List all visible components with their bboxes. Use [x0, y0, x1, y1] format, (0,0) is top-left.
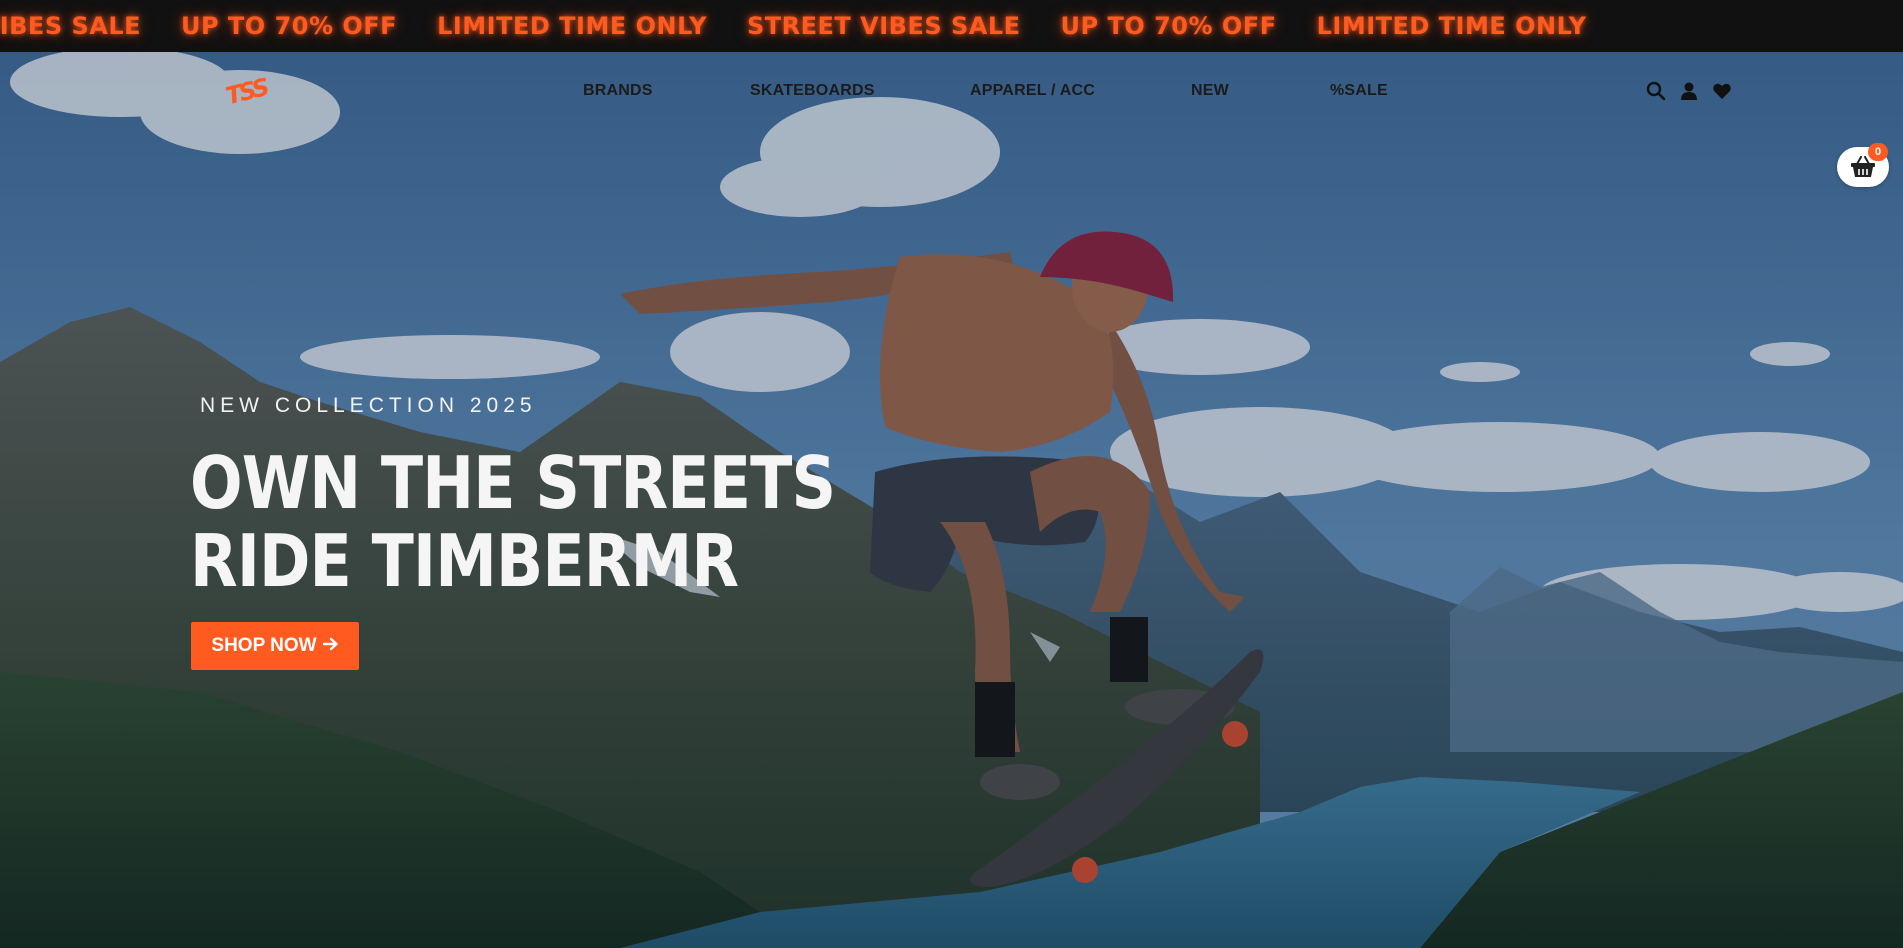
marquee-item: ET VIBES SALE: [0, 12, 141, 40]
search-icon[interactable]: [1645, 80, 1667, 102]
marquee-item: UP TO 70% OFF: [181, 12, 398, 40]
arrow-right-icon: [322, 635, 339, 657]
marquee-item: LIMITED TIME ONLY: [1316, 12, 1587, 40]
user-icon[interactable]: [1678, 80, 1700, 102]
hero-headline-line-2: RIDE TIMBERMR: [190, 519, 739, 603]
marquee-item: STREET VIBES SALE: [747, 12, 1021, 40]
nav-item-apparel-acc[interactable]: APPAREL / ACC: [970, 82, 1095, 100]
marquee-item: UP TO 70% OFF: [1060, 12, 1277, 40]
hero-headline: OWN THE STREETS RIDE TIMBERMR: [190, 441, 836, 603]
nav-item-brands[interactable]: BRANDS: [583, 82, 653, 100]
shop-now-button[interactable]: SHOP NOW: [191, 622, 359, 670]
nav-item-sale[interactable]: %SALE: [1330, 82, 1388, 100]
hero-headline-line-1: OWN THE STREETS: [190, 441, 836, 525]
marquee-item: LIMITED TIME ONLY: [437, 12, 707, 40]
main-nav: BRANDS SKATEBOARDS APPAREL / ACC NEW %SA…: [0, 82, 1903, 102]
shop-now-label: SHOP NOW: [211, 635, 317, 656]
marquee-track: ET VIBES SALE UP TO 70% OFF LIMITED TIME…: [0, 0, 1627, 52]
cart-count-badge: 0: [1868, 143, 1888, 161]
nav-item-new[interactable]: NEW: [1191, 82, 1229, 100]
promo-marquee: ET VIBES SALE UP TO 70% OFF LIMITED TIME…: [0, 0, 1903, 52]
hero-eyebrow: NEW COLLECTION 2025: [200, 394, 537, 417]
heart-icon[interactable]: [1711, 80, 1733, 102]
nav-item-skateboards[interactable]: SKATEBOARDS: [750, 82, 875, 100]
